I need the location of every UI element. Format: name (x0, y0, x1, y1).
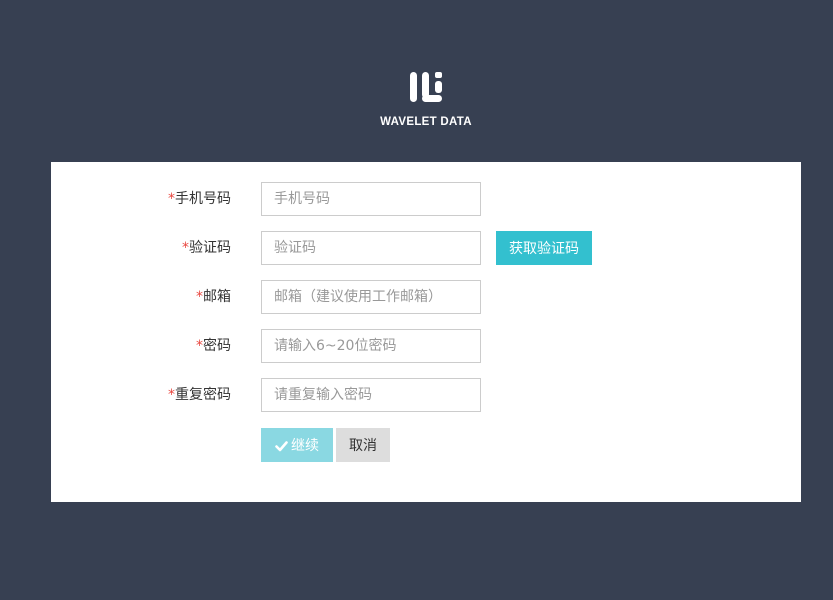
continue-button[interactable]: 继续 (261, 428, 333, 462)
get-code-button[interactable]: 获取验证码 (496, 231, 592, 265)
repeat-password-row: *重复密码 (51, 378, 801, 412)
brand-logo: WAVELET DATA (0, 66, 833, 128)
repeat-password-input[interactable] (261, 378, 481, 412)
email-row: *邮箱 (51, 280, 801, 314)
brand-name: WAVELET DATA (380, 116, 472, 128)
phone-input[interactable] (261, 182, 481, 216)
required-mark: * (182, 240, 189, 256)
code-row: *验证码 获取验证码 (51, 231, 801, 265)
email-input[interactable] (261, 280, 481, 314)
continue-label: 继续 (291, 437, 319, 454)
cancel-button[interactable]: 取消 (336, 428, 390, 462)
code-label: *验证码 (182, 240, 231, 256)
required-mark: * (168, 191, 175, 207)
phone-row: *手机号码 (51, 182, 801, 216)
required-mark: * (168, 387, 175, 403)
password-label: *密码 (196, 338, 231, 354)
registration-form: *手机号码 *验证码 获取验证码 *邮箱 *密码 *重复密码 继续 取消 (51, 162, 801, 502)
password-row: *密码 (51, 329, 801, 363)
required-mark: * (196, 338, 203, 354)
repeat-password-label: *重复密码 (168, 387, 231, 403)
phone-label: *手机号码 (168, 191, 231, 207)
email-label: *邮箱 (196, 289, 231, 305)
wavelet-logo-icon (404, 66, 448, 108)
required-mark: * (196, 289, 203, 305)
password-input[interactable] (261, 329, 481, 363)
check-icon (275, 440, 288, 456)
code-input[interactable] (261, 231, 481, 265)
